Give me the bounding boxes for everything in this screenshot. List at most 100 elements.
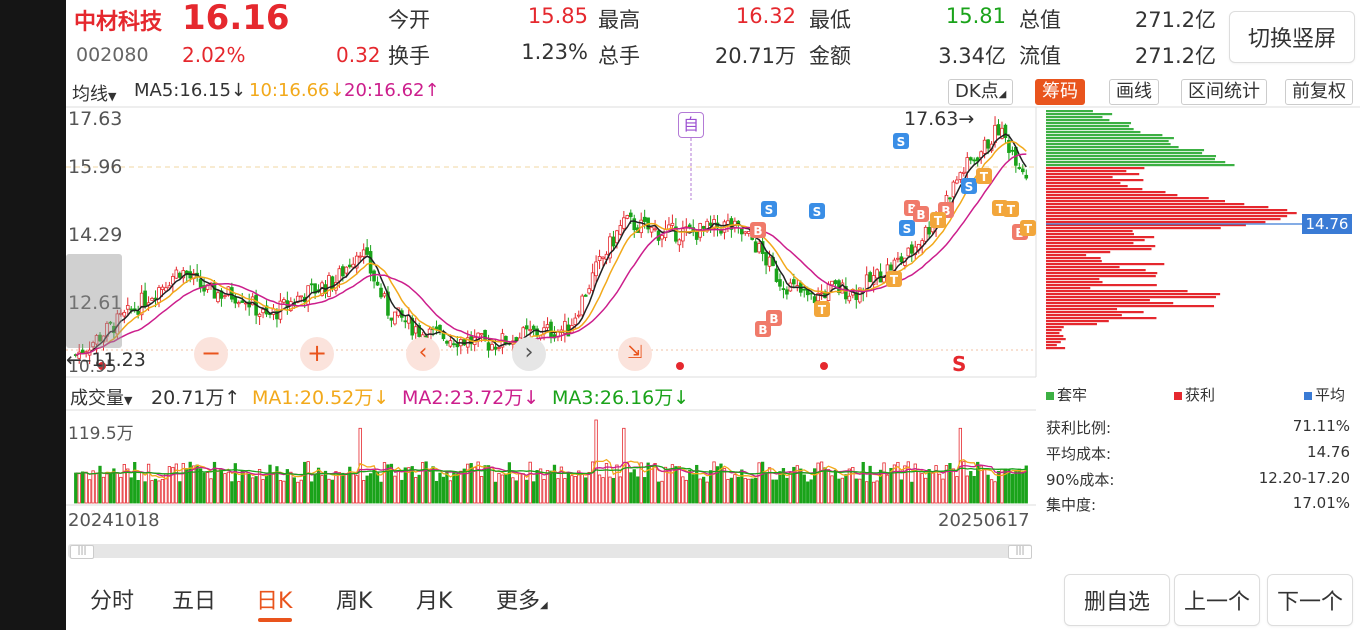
volume-bar (937, 473, 942, 504)
candle-body (635, 227, 640, 233)
volume-bar (112, 468, 116, 504)
chip-bar (1046, 275, 1156, 278)
candle-body (462, 339, 467, 346)
volume-bar (871, 481, 876, 504)
candle-body (191, 273, 196, 280)
candle-body (417, 325, 421, 337)
volume-bar (493, 481, 498, 504)
collapse-icon[interactable]: ⇲ (618, 337, 652, 371)
tab-more[interactable]: 更多◢ (496, 583, 548, 615)
zoom-in-button[interactable]: + (300, 337, 334, 371)
chip-bar (1046, 305, 1215, 308)
volume-bar (795, 465, 799, 504)
candle-body (757, 243, 761, 253)
candle-body (1010, 149, 1015, 152)
quote-value: 1.23% (521, 40, 588, 64)
candle-body (465, 337, 470, 348)
volume-bar (958, 427, 962, 504)
volume-bar (611, 477, 616, 504)
volume-bar (656, 481, 661, 504)
candle-body (226, 286, 231, 296)
candle-body (243, 302, 248, 305)
volume-selector[interactable]: 成交量▼ (70, 384, 132, 410)
volume-bar (521, 473, 525, 504)
ma-selector[interactable]: 均线▼ (72, 80, 116, 106)
volume-bar (532, 481, 536, 504)
previous-stock-button[interactable]: 上一个 (1174, 574, 1260, 626)
volume-bar (667, 469, 671, 504)
volume-bar (913, 463, 917, 504)
forward-adjust-button[interactable]: 前复权 (1285, 79, 1353, 105)
volume-bar (851, 467, 855, 504)
stock-name: 中材科技 (74, 10, 163, 35)
stock-code: 002080 (76, 44, 149, 66)
volume-bar (771, 479, 775, 504)
volume-bar (608, 476, 612, 504)
volume-bar (1021, 472, 1025, 504)
draw-line-button[interactable]: 画线 (1109, 79, 1159, 105)
volume-bar (330, 479, 335, 504)
candle-body (434, 326, 439, 330)
candle-body (396, 307, 401, 317)
pan-right-button[interactable]: › (512, 337, 546, 371)
candle-body (941, 207, 945, 214)
candle-body (968, 157, 973, 161)
volume-bar (1017, 468, 1021, 504)
volume-bar (414, 477, 418, 504)
candle-body (628, 212, 633, 218)
chip-bar (1046, 308, 1118, 311)
candle-body (691, 227, 696, 233)
candle-body (833, 280, 838, 285)
y-label-2: 15.96 (68, 156, 123, 178)
remove-favorite-button[interactable]: 删自选 (1064, 574, 1170, 626)
tab-daily-k[interactable]: 日K (256, 583, 292, 615)
volume-bar (421, 462, 425, 504)
volume-bar (951, 468, 956, 504)
volume-bar (969, 471, 973, 504)
pan-left-button[interactable]: ‹ (406, 337, 440, 371)
zoom-handle[interactable] (66, 254, 122, 348)
volume-bar (306, 461, 310, 504)
volume-bar (483, 465, 487, 504)
chip-bar (1046, 230, 1133, 233)
signal-badge (913, 206, 929, 222)
chip-bar (1046, 200, 1226, 203)
volume-bar (479, 476, 484, 504)
volume-bar (448, 480, 453, 504)
tab-five-day[interactable]: 五日 (172, 583, 216, 615)
candle-body (674, 226, 678, 242)
scroll-handle-right[interactable]: ||| (1008, 545, 1032, 559)
volume-bar (219, 469, 224, 504)
volume-bar (87, 479, 92, 504)
volume-bar (431, 466, 435, 504)
candle-body (882, 277, 886, 283)
volume-bar (327, 478, 331, 504)
scroll-track[interactable] (68, 544, 1032, 558)
range-stats-button[interactable]: 区间统计 (1181, 79, 1267, 105)
chip-bar (1046, 212, 1297, 215)
tab-weekly-k[interactable]: 周K (336, 583, 372, 615)
scroll-handle-left[interactable]: ||| (70, 545, 94, 559)
signal-badge-letter: S (765, 203, 774, 217)
signal-badge-letter: B (916, 208, 925, 222)
volume-bar (802, 474, 806, 504)
chips-button[interactable]: 筹码 (1035, 79, 1085, 105)
next-stock-button[interactable]: 下一个 (1267, 574, 1353, 626)
tab-monthly-k[interactable]: 月K (416, 583, 452, 615)
volume-bar (247, 473, 251, 504)
candle-body (563, 320, 567, 334)
switch-portrait-button[interactable]: 切换竖屏 (1229, 11, 1355, 63)
candle-body (531, 325, 536, 330)
tab-intraday[interactable]: 分时 (90, 583, 134, 615)
candle-body (681, 228, 685, 242)
chip-bar (1046, 188, 1143, 191)
dk-point-button[interactable]: DK点◢ (948, 79, 1014, 105)
zoom-out-button[interactable]: − (194, 337, 228, 371)
volume-bar (126, 468, 130, 504)
volume-bar (587, 471, 591, 504)
volume-bar (171, 466, 175, 504)
candle-body (934, 218, 938, 229)
candle-body (875, 269, 879, 279)
ma-line (75, 153, 1027, 356)
chip-bar (1046, 347, 1066, 350)
